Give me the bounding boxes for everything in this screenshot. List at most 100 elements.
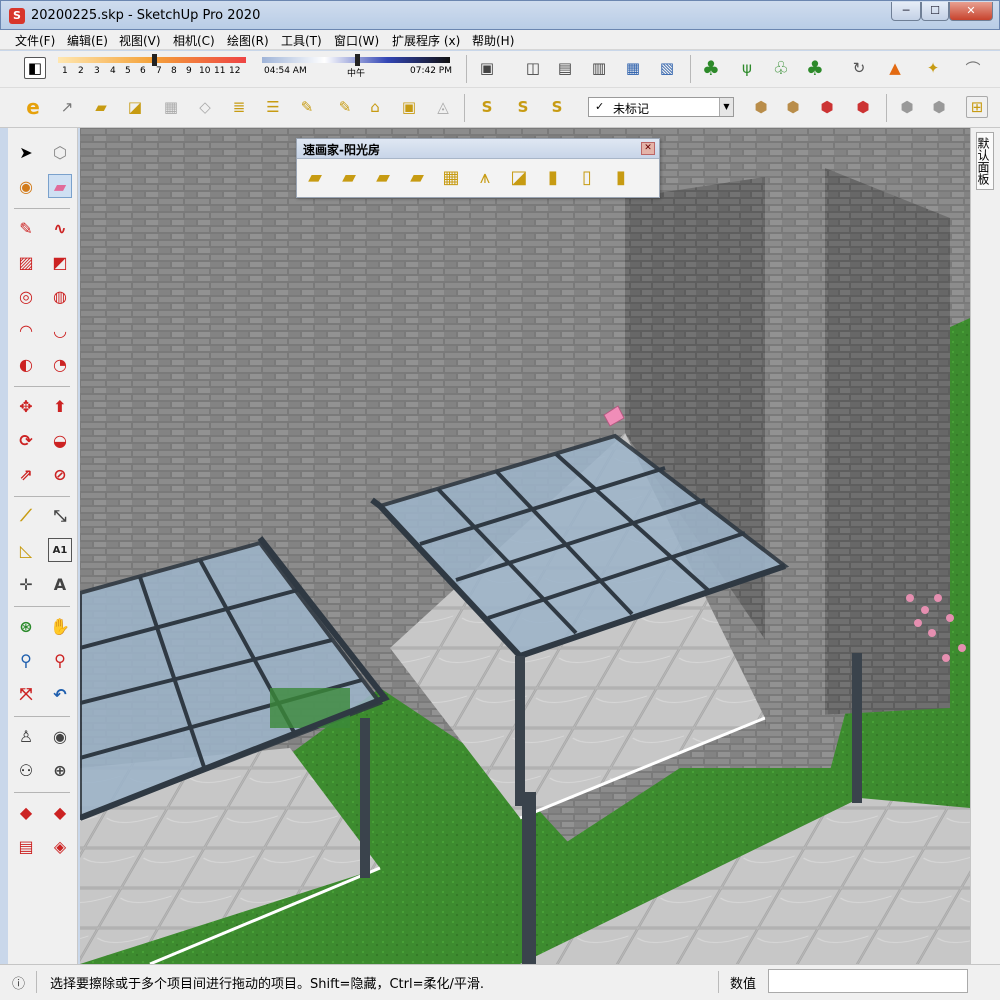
zoom-extents-icon[interactable]: ⤧ <box>14 682 38 706</box>
orbit-tool-icon[interactable]: ⊛ <box>14 614 38 638</box>
menu-extensions[interactable]: 扩展程序 (x) <box>389 32 463 49</box>
tag-selector[interactable]: ✓ 未标记 ▼ <box>588 97 734 117</box>
move-tool-icon[interactable]: ✥ <box>14 394 38 418</box>
arch-tool-icon[interactable]: ⌂ <box>364 96 386 118</box>
component-sync-icon[interactable]: S <box>476 96 498 118</box>
menu-view[interactable]: 视图(V) <box>116 32 164 49</box>
previous-view-icon[interactable]: ↶ <box>48 682 72 706</box>
paint-bucket-icon[interactable]: ◉ <box>14 174 38 198</box>
list-tool-icon[interactable]: ☰ <box>262 96 284 118</box>
select-tool-icon[interactable]: ➤ <box>14 140 38 164</box>
menu-tools[interactable]: 工具(T) <box>278 32 325 49</box>
rotate-tool-icon[interactable]: ⟳ <box>14 428 38 452</box>
extension-warehouse-icon[interactable]: ▤ <box>14 834 38 858</box>
hip-roof-icon[interactable]: ▰ <box>369 164 397 190</box>
hidden-line-style-icon[interactable]: ▤ <box>554 57 576 79</box>
position-camera-icon[interactable]: ♙ <box>14 724 38 748</box>
model-viewport[interactable] <box>80 128 970 964</box>
shrub-icon[interactable]: ♣ <box>804 56 826 80</box>
menu-edit[interactable]: 编辑(E) <box>64 32 111 49</box>
offset-tool-icon[interactable]: ⊘ <box>48 462 72 486</box>
round-column-icon[interactable]: ▯ <box>573 164 601 190</box>
follow-me-icon[interactable]: ↻ <box>848 57 870 79</box>
close-button[interactable]: ✕ <box>949 2 993 21</box>
component-view-icon[interactable]: S <box>512 96 534 118</box>
month-slider-thumb[interactable] <box>152 54 157 66</box>
pan-tool-icon[interactable]: ✋ <box>48 614 72 638</box>
grid-roof-icon[interactable]: ▦ <box>437 164 465 190</box>
bush-icon[interactable]: ♧ <box>770 57 792 79</box>
tag-tool-icon[interactable]: ⬢ <box>896 96 918 118</box>
zoom-tool-icon[interactable]: ⚲ <box>14 648 38 672</box>
component-tool-icon[interactable]: ⬡ <box>48 140 72 164</box>
protractor-icon[interactable]: ◺ <box>14 538 38 562</box>
warehouse-icon[interactable]: ◆ <box>14 800 38 824</box>
dimension-tool-icon[interactable]: ⤡ <box>48 504 72 528</box>
menu-draw[interactable]: 绘图(R) <box>224 32 272 49</box>
3d-text-icon[interactable]: A <box>48 572 72 596</box>
line-tool-icon[interactable]: ✎ <box>14 216 38 240</box>
extension-e-icon[interactable]: e <box>22 95 44 119</box>
zoom-window-icon[interactable]: ⚲ <box>48 648 72 672</box>
ruby-console-icon[interactable]: ◈ <box>48 834 72 858</box>
tag-delete-icon[interactable]: ⬢ <box>816 96 838 118</box>
three-point-arc-icon[interactable]: ◐ <box>14 352 38 376</box>
label-tool-icon[interactable]: ✎ <box>334 96 356 118</box>
axes-tool-icon[interactable]: ✛ <box>14 572 38 596</box>
slab-tool-icon[interactable]: ◇ <box>194 96 216 118</box>
minimize-button[interactable]: ─ <box>891 2 921 21</box>
stair-tool-icon[interactable]: ≣ <box>228 96 250 118</box>
tag-dropdown-arrow-icon[interactable]: ▼ <box>719 98 733 116</box>
grass-icon[interactable]: ψ <box>736 57 758 79</box>
menu-window[interactable]: 窗口(W) <box>331 32 382 49</box>
square-column-icon[interactable]: ▮ <box>539 164 567 190</box>
menu-help[interactable]: 帮助(H) <box>469 32 517 49</box>
menu-camera[interactable]: 相机(C) <box>170 32 218 49</box>
follow-me-tool-icon[interactable]: ◒ <box>48 428 72 452</box>
panel-close-button[interactable]: ✕ <box>641 142 655 155</box>
flat-roof-icon[interactable]: ▰ <box>301 164 329 190</box>
default-tray-tab[interactable]: 默认面板 <box>976 132 994 190</box>
two-point-arc-icon[interactable]: ◡ <box>48 318 72 342</box>
time-slider-thumb[interactable] <box>355 54 360 66</box>
freehand-tool-icon[interactable]: ∿ <box>48 216 72 240</box>
textured-style-icon[interactable]: ▦ <box>622 57 644 79</box>
tag-remove-icon[interactable]: ⬢ <box>852 96 874 118</box>
arc-tool-icon[interactable]: ⌒ <box>962 57 984 79</box>
arc-tool-icon[interactable]: ◠ <box>14 318 38 342</box>
tag-paint-icon[interactable]: ⬢ <box>928 96 950 118</box>
tag-hide-icon[interactable]: ⬢ <box>782 96 804 118</box>
curve-tool-icon[interactable]: ↗ <box>56 96 78 118</box>
eraser-tool-icon[interactable]: ▰ <box>48 174 72 198</box>
gable-roof-icon[interactable]: ▰ <box>335 164 363 190</box>
curved-roof-icon[interactable]: ▰ <box>403 164 431 190</box>
circle-tool-icon[interactable]: ◎ <box>14 284 38 308</box>
rectangle-tool-icon[interactable]: ▨ <box>14 250 38 274</box>
text-tool-icon[interactable]: A1 <box>48 538 72 562</box>
tag-visibility-icon[interactable]: ⬢ <box>750 96 772 118</box>
door-tool-icon[interactable]: ◪ <box>124 96 146 118</box>
rotated-rectangle-icon[interactable]: ◩ <box>48 250 72 274</box>
pie-tool-icon[interactable]: ◔ <box>48 352 72 376</box>
wall-tool-icon[interactable]: ▰ <box>90 96 112 118</box>
section-tool-icon[interactable]: ◬ <box>432 96 454 118</box>
box-tool-icon[interactable]: ▣ <box>398 96 420 118</box>
menu-file[interactable]: 文件(F) <box>12 32 58 49</box>
share-model-icon[interactable]: ◆ <box>48 800 72 824</box>
roman-column-icon[interactable]: ▮ <box>607 164 635 190</box>
tape-measure-icon[interactable]: ⟋ <box>14 504 38 528</box>
look-around-icon[interactable]: ◉ <box>48 724 72 748</box>
grid-tool-icon[interactable]: ▦ <box>160 96 182 118</box>
tray-toggle-icon[interactable]: ⊞ <box>966 96 988 118</box>
scale-tool-icon[interactable]: ⇗ <box>14 462 38 486</box>
tree-icon[interactable]: ♣ <box>700 56 722 80</box>
truss-icon[interactable]: ⩚ <box>471 164 499 190</box>
maximize-button[interactable]: ☐ <box>921 2 949 21</box>
shaded-style-icon[interactable]: ▥ <box>588 57 610 79</box>
monochrome-style-icon[interactable]: ▧ <box>656 57 678 79</box>
xray-style-icon[interactable]: ▣ <box>476 57 498 79</box>
info-icon[interactable]: ⓘ <box>12 973 25 992</box>
wireframe-style-icon[interactable]: ◫ <box>522 57 544 79</box>
magic-tool-icon[interactable]: ✦ <box>922 57 944 79</box>
eraser-style-icon[interactable]: ◧ <box>24 57 46 79</box>
